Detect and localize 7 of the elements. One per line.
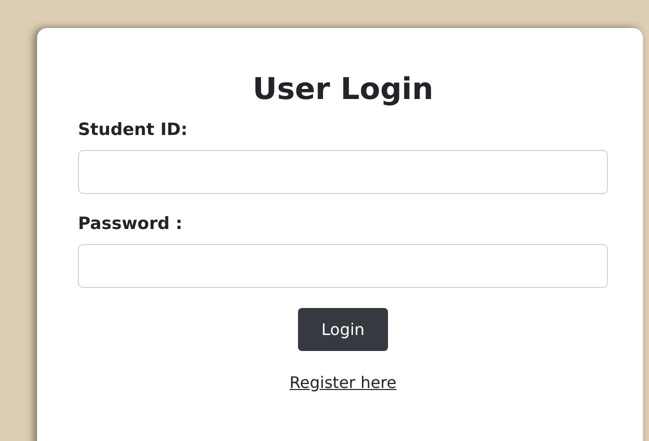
- login-button[interactable]: Login: [298, 308, 388, 351]
- input-field[interactable]: [78, 150, 608, 194]
- field-label: Student ID:: [78, 120, 189, 140]
- input-field[interactable]: [78, 244, 608, 288]
- login-title: User Login: [252, 72, 434, 108]
- register-link[interactable]: Register here: [289, 373, 396, 392]
- field-label: Password :: [78, 214, 184, 234]
